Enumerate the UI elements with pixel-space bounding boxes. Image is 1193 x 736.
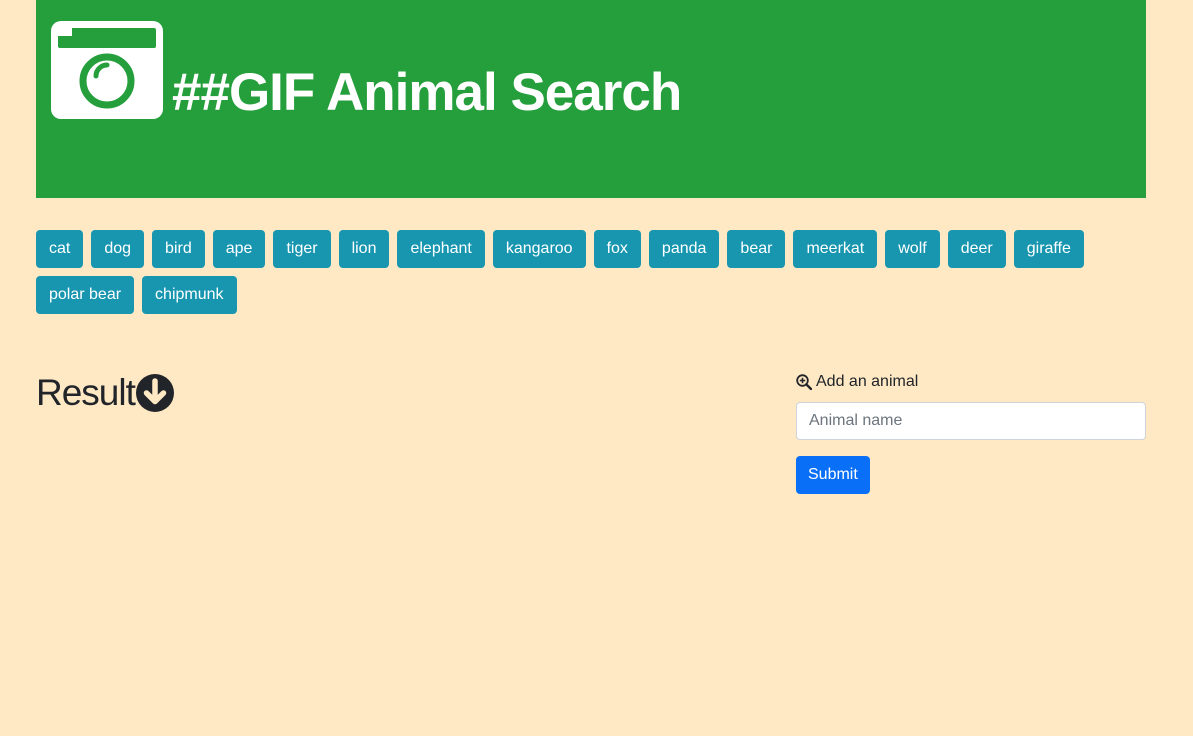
add-animal-label-row: Add an animal — [796, 372, 1146, 392]
animal-button-elephant[interactable]: elephant — [397, 230, 485, 268]
animal-button-tiger[interactable]: tiger — [273, 230, 331, 268]
animal-button-giraffe[interactable]: giraffe — [1013, 230, 1084, 268]
header-banner: ##GIF Animal Search — [36, 0, 1146, 198]
camera-window-icon — [51, 21, 163, 119]
animal-name-input[interactable] — [796, 402, 1146, 440]
animal-button-fox[interactable]: fox — [593, 230, 641, 268]
animal-button-cat[interactable]: cat — [36, 230, 84, 268]
submit-button[interactable]: Submit — [796, 456, 870, 494]
animal-button-chipmunk[interactable]: chipmunk — [142, 276, 237, 314]
add-animal-form: Add an animal Submit — [796, 372, 1146, 494]
animal-button-meerkat[interactable]: meerkat — [793, 230, 878, 268]
animal-button-kangaroo[interactable]: kangaroo — [492, 230, 586, 268]
page-title: ##GIF Animal Search — [172, 63, 682, 122]
animal-button-lion[interactable]: lion — [338, 230, 390, 268]
animal-button-panda[interactable]: panda — [648, 230, 720, 268]
animal-button-ape[interactable]: ape — [212, 230, 266, 268]
result-heading-label: Result — [36, 372, 136, 413]
arrow-circle-down-icon — [135, 374, 174, 412]
animal-button-group: cat dog bird ape tiger lion elephant kangaroo fo… — [36, 230, 1146, 314]
add-animal-label: Add an animal — [816, 373, 919, 390]
animal-button-bear[interactable]: bear — [727, 230, 786, 268]
animal-button-wolf[interactable]: wolf — [885, 230, 940, 268]
animal-button-deer[interactable]: deer — [947, 230, 1006, 268]
animal-button-polar-bear[interactable]: polar bear — [36, 276, 135, 314]
animal-button-dog[interactable]: dog — [91, 230, 145, 268]
result-heading: Result — [36, 372, 174, 414]
animal-button-bird[interactable]: bird — [152, 230, 205, 268]
zoom-in-icon — [796, 374, 812, 390]
